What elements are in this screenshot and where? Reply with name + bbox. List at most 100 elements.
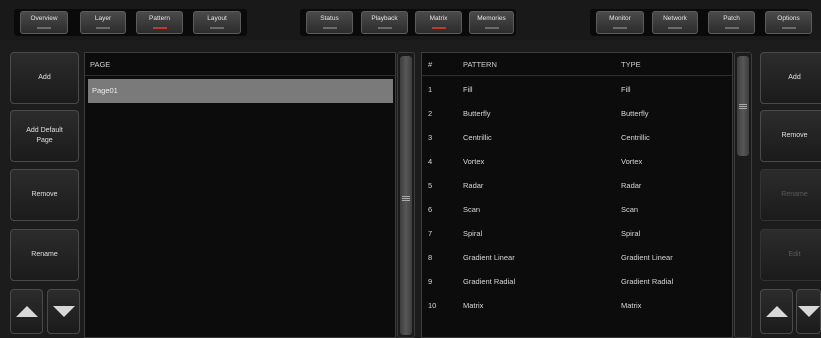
- pattern-row[interactable]: 1 Fill Fill: [422, 78, 732, 102]
- pattern-row[interactable]: 9 Gradient Radial Gradient Radial: [422, 270, 732, 294]
- pattern-name: Radar: [463, 181, 484, 190]
- rename-pattern-button[interactable]: Rename: [760, 169, 821, 221]
- pattern-list-panel: # PATTERN TYPE 1 Fill Fill 2 Butterfly Butte…: [421, 52, 733, 338]
- page-list-scroll-thumb[interactable]: [400, 56, 412, 335]
- add-page-button[interactable]: Add: [10, 52, 79, 104]
- pattern-row[interactable]: 4 Vortex Vortex: [422, 150, 732, 174]
- pattern-row[interactable]: 3 Centrillic Centrillic: [422, 126, 732, 150]
- arrow-up-icon: [765, 306, 788, 317]
- page-scroll-down-button[interactable]: [47, 289, 80, 334]
- button-label: Edit: [788, 251, 801, 258]
- pattern-row[interactable]: 7 Spiral Spiral: [422, 222, 732, 246]
- tab-matrix[interactable]: Matrix: [415, 11, 462, 34]
- tab-indicator-active: [431, 27, 446, 29]
- pattern-list-scroll-thumb[interactable]: [737, 56, 749, 156]
- tab-network[interactable]: Network: [652, 11, 698, 34]
- tab-memories[interactable]: Memories: [469, 11, 514, 34]
- number-column-header: #: [428, 60, 433, 69]
- remove-page-button[interactable]: Remove: [10, 169, 79, 221]
- pattern-number: 2: [428, 109, 433, 118]
- button-label: Rename: [31, 251, 58, 258]
- button-label: Add: [38, 74, 51, 81]
- page-list-header: PAGE: [85, 53, 395, 76]
- tab-layout[interactable]: Layout: [193, 11, 241, 34]
- tab-label: Monitor: [609, 15, 631, 22]
- tab-label: Network: [663, 15, 687, 22]
- rename-page-button[interactable]: Rename: [10, 229, 79, 281]
- grip-line-icon: [402, 196, 410, 197]
- tab-label: Options: [777, 15, 800, 22]
- button-label: Add: [788, 74, 801, 81]
- pattern-name: Spiral: [463, 229, 483, 238]
- tab-label: Status: [320, 15, 339, 22]
- tab-indicator: [96, 27, 110, 29]
- arrow-up-icon: [15, 306, 38, 317]
- pattern-number: 9: [428, 277, 433, 286]
- page-list-scrollbar[interactable]: [397, 52, 415, 338]
- pattern-row[interactable]: 6 Scan Scan: [422, 198, 732, 222]
- page-list-panel: PAGE Page01: [84, 52, 396, 338]
- pattern-type: Matrix: [621, 301, 642, 310]
- arrow-down-icon: [797, 306, 820, 317]
- pattern-number: 5: [428, 181, 433, 190]
- grip-line-icon: [739, 108, 747, 109]
- tab-label: Playback: [371, 15, 398, 22]
- pattern-number: 7: [428, 229, 433, 238]
- add-default-page-button[interactable]: Add Default Page: [10, 110, 79, 162]
- tab-pattern[interactable]: Pattern: [136, 11, 183, 34]
- tab-monitor[interactable]: Monitor: [596, 11, 644, 34]
- pattern-type: Scan: [621, 205, 639, 214]
- add-pattern-button[interactable]: Add: [760, 52, 821, 104]
- pattern-name: Scan: [463, 205, 481, 214]
- tab-patch[interactable]: Patch: [708, 11, 755, 34]
- pattern-scroll-down-button[interactable]: [796, 289, 821, 334]
- tab-label: Pattern: [149, 15, 170, 22]
- tab-indicator: [781, 27, 796, 29]
- pattern-type: Butterfly: [621, 109, 649, 118]
- button-label: Add Default Page: [26, 126, 63, 146]
- pattern-type: Fill: [621, 85, 631, 94]
- button-label: Remove: [781, 132, 808, 139]
- pattern-column-header: PATTERN: [463, 60, 497, 69]
- pattern-row[interactable]: 2 Butterfly Butterfly: [422, 102, 732, 126]
- tab-label: Layout: [207, 15, 227, 22]
- tab-label: Patch: [723, 15, 740, 22]
- tab-indicator: [668, 27, 682, 29]
- pattern-scroll-up-button[interactable]: [760, 289, 793, 334]
- pattern-list-header: # PATTERN TYPE: [422, 53, 732, 76]
- tab-indicator: [210, 27, 224, 29]
- pattern-list-scrollbar[interactable]: [734, 52, 752, 338]
- pattern-number: 6: [428, 205, 433, 214]
- tab-status[interactable]: Status: [306, 11, 353, 34]
- edit-pattern-button[interactable]: Edit: [760, 229, 821, 281]
- pattern-rows: 1 Fill Fill 2 Butterfly Butterfly 3 Centrilli…: [422, 78, 732, 337]
- page-scroll-up-button[interactable]: [10, 289, 43, 334]
- tab-options[interactable]: Options: [765, 11, 812, 34]
- pattern-number: 10: [428, 301, 437, 310]
- pattern-row[interactable]: 5 Radar Radar: [422, 174, 732, 198]
- tab-indicator-active: [152, 27, 167, 29]
- pattern-type: Gradient Radial: [621, 277, 674, 286]
- pattern-type: Spiral: [621, 229, 641, 238]
- pattern-number: 3: [428, 133, 433, 142]
- top-navigation-bar: Overview Layer Pattern Layout Status Pla…: [0, 0, 821, 40]
- button-label: Remove: [31, 191, 58, 198]
- page-name: Page01: [92, 86, 118, 95]
- pattern-name: Centrillic: [463, 133, 492, 142]
- pattern-type: Radar: [621, 181, 642, 190]
- tab-indicator: [484, 27, 499, 29]
- pattern-number: 1: [428, 85, 433, 94]
- tab-indicator: [724, 27, 739, 29]
- page-row-selected[interactable]: Page01: [88, 79, 393, 103]
- remove-pattern-button[interactable]: Remove: [760, 110, 821, 162]
- type-column-header: TYPE: [621, 60, 641, 69]
- tab-layer[interactable]: Layer: [80, 11, 126, 34]
- tab-playback[interactable]: Playback: [361, 11, 408, 34]
- button-label-line2: Page: [36, 137, 53, 144]
- pattern-row[interactable]: 10 Matrix Matrix: [422, 294, 732, 318]
- page-column-header: PAGE: [90, 60, 111, 69]
- pattern-row[interactable]: 8 Gradient Linear Gradient Linear: [422, 246, 732, 270]
- grip-line-icon: [402, 198, 410, 199]
- tab-indicator: [37, 27, 51, 29]
- tab-overview[interactable]: Overview: [20, 11, 68, 34]
